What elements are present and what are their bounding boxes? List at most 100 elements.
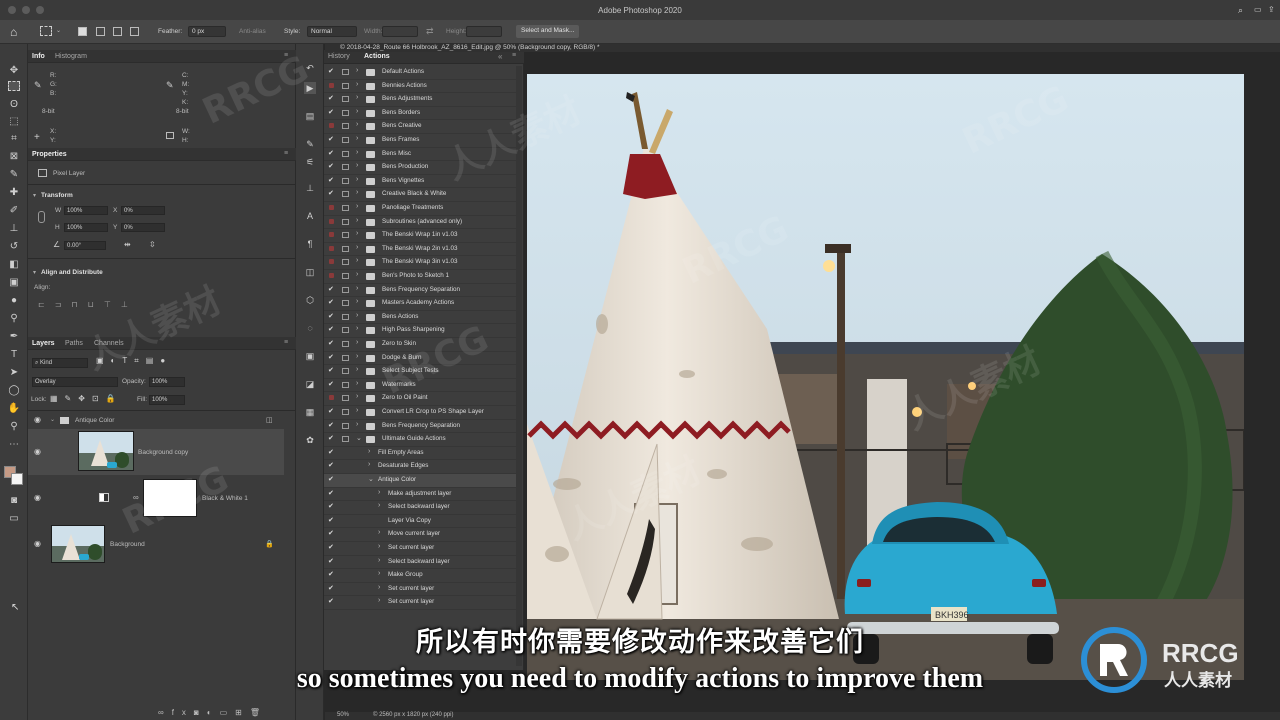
lasso-tool-icon[interactable]: ʘ [6,98,22,112]
height-input[interactable] [466,26,502,37]
modal-dialog-toggle-icon[interactable] [329,273,334,278]
modal-dialog-toggle-icon[interactable] [329,245,334,251]
action-item[interactable]: ✔ › Masters Academy Actions [324,297,516,311]
align-buttons[interactable]: ⊏⊐⊓⊔⊤⊥ [38,300,138,309]
modal-dialog-toggle-icon[interactable] [329,82,334,88]
checkmark-icon[interactable]: ✔ [328,421,334,429]
checkmark-icon[interactable]: ✔ [328,529,334,537]
tab-info[interactable]: Info [32,53,45,60]
action-item[interactable]: ✔ Layer Via Copy [324,515,516,529]
action-item[interactable]: ✔ › Set current layer [324,542,516,556]
fill-input[interactable]: 100% [149,395,185,405]
dialog-toggle-icon[interactable] [342,436,349,443]
chevron-down-icon[interactable]: ⌄ [56,27,61,34]
action-item[interactable]: ✔ › Bens Frequency Separation [324,284,516,298]
chevron-right-icon[interactable]: › [356,312,358,319]
checkmark-icon[interactable]: ✔ [328,353,334,361]
3d-panel-icon[interactable]: ⬡ [304,294,316,306]
chevron-right-icon[interactable]: › [356,108,358,115]
checkmark-icon[interactable]: ✔ [328,94,334,102]
panel-menu-icon[interactable]: ≡ [284,150,288,157]
move-tool-icon[interactable]: ✥ [6,64,22,78]
checkmark-icon[interactable]: ✔ [328,557,334,565]
chevron-right-icon[interactable]: › [356,121,358,128]
layers-footer-buttons[interactable]: ∞fx◙◐▭⊞🗑 [158,708,268,717]
x-input[interactable]: 0% [121,206,165,215]
eyedropper-tool-icon[interactable]: ✎ [6,168,22,182]
chevron-right-icon[interactable]: › [356,393,358,400]
action-item[interactable]: ✔ › Bens Adjustments [324,93,516,107]
zoom-tool-icon[interactable]: ⚲ [6,420,22,434]
dialog-toggle-icon[interactable] [342,422,349,429]
brushes-panel-icon[interactable]: ✎ [304,138,316,150]
chevron-right-icon[interactable]: › [356,407,358,414]
checkmark-icon[interactable]: ✔ [328,570,334,578]
link-icon[interactable] [38,211,45,223]
checkmark-icon[interactable]: ✔ [328,597,334,605]
width-input[interactable] [382,26,418,37]
type-tool-icon[interactable]: T [6,348,22,362]
action-item[interactable]: ✔›The Benski Wrap 2in v1.03 [324,243,516,257]
chevron-down-icon[interactable]: ⌄ [356,434,362,442]
chevron-right-icon[interactable]: › [378,543,380,550]
chevron-right-icon[interactable]: › [356,257,358,264]
dialog-toggle-icon[interactable] [342,354,349,361]
chevron-right-icon[interactable]: › [356,325,358,332]
search-icon[interactable]: ⌕ [1238,5,1243,16]
crop-tool-icon[interactable]: ⌗ [6,132,22,146]
tab-histogram[interactable]: Histogram [55,53,87,60]
chevron-right-icon[interactable]: › [368,448,370,455]
dialog-toggle-icon[interactable] [342,191,349,198]
paragraph-panel-icon[interactable]: ¶ [304,238,316,250]
action-item[interactable]: ✔›The Benski Wrap 1in v1.03 [324,229,516,243]
dialog-toggle-icon[interactable] [342,164,349,171]
chevron-right-icon[interactable]: › [356,149,358,156]
dialog-toggle-icon[interactable] [342,137,349,143]
action-item[interactable]: ✔ › Make Group [324,569,516,583]
add-selection-icon[interactable] [96,27,105,36]
home-icon[interactable]: ⌂ [10,25,17,39]
layer-group-antique-color[interactable]: ◉ ⌄ Antique Color ◫ [28,411,284,429]
checkmark-icon[interactable]: ✔ [328,176,334,184]
action-item[interactable]: ✔ › Bens Vignettes [324,175,516,189]
checkmark-icon[interactable]: ✔ [328,149,334,157]
chevron-right-icon[interactable]: › [378,557,380,564]
chevron-right-icon[interactable]: › [356,176,358,183]
dialog-toggle-icon[interactable] [342,286,349,293]
opacity-input[interactable]: 100% [149,377,185,387]
blend-mode-select[interactable]: Overlay [32,377,118,387]
action-item[interactable]: ✔›Bennies Actions [324,80,516,94]
chevron-right-icon[interactable]: › [356,244,358,251]
frame-tool-icon[interactable]: ⊠ [6,150,22,164]
checkmark-icon[interactable]: ✔ [328,502,334,510]
tab-actions[interactable]: Actions [364,53,390,60]
action-item[interactable]: ✔›Panoliage Treatments [324,202,516,216]
checkmark-icon[interactable]: ✔ [328,325,334,333]
action-item[interactable]: ✔ ⌄ Antique Color [324,474,516,488]
checkmark-icon[interactable]: ✔ [328,366,334,374]
style-select[interactable]: Normal [307,26,357,37]
action-item[interactable]: ✔ › Set current layer [324,583,516,597]
chevron-right-icon[interactable]: › [356,217,358,224]
visibility-eye-icon[interactable]: ◉ [34,415,41,424]
chevron-right-icon[interactable]: › [356,189,358,196]
action-item[interactable]: ✔ ⌄ Ultimate Guide Actions [324,433,516,447]
kind-filter-select[interactable]: ⌕ Kind [32,358,88,368]
layer-background-copy[interactable]: ◉ Background copy [28,429,284,475]
visibility-eye-icon[interactable]: ◉ [34,447,41,456]
background-color-swatch[interactable] [11,473,23,485]
document-canvas-image[interactable]: BKH396 [527,74,1244,680]
dialog-toggle-icon[interactable] [342,259,349,266]
chevron-right-icon[interactable]: › [356,162,358,169]
dialog-toggle-icon[interactable] [342,381,349,388]
chevron-right-icon[interactable]: › [378,570,380,577]
dialog-toggle-icon[interactable] [342,327,349,334]
anti-alias-checkbox[interactable]: Anti-alias [239,28,266,35]
hand-tool-icon[interactable]: ✋ [6,402,22,416]
new-selection-icon[interactable] [78,27,87,36]
chevron-right-icon[interactable]: › [378,529,380,536]
dialog-toggle-icon[interactable] [342,313,349,320]
shape-tool-icon[interactable]: ◯ [6,384,22,398]
tab-history[interactable]: History [328,53,350,60]
libraries-panel-icon[interactable]: ▣ [304,350,316,362]
